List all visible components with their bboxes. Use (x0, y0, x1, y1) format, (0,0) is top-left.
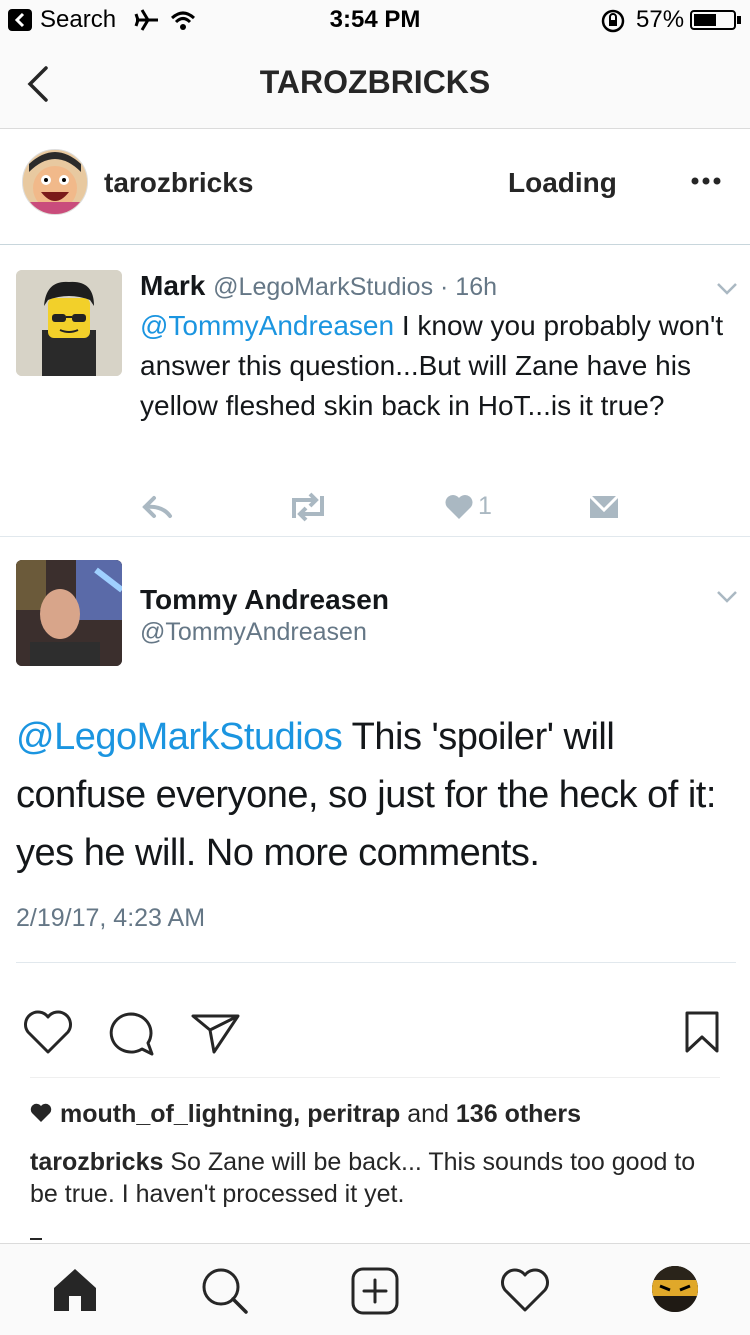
tweet-1: Mark @LegoMarkStudios · 16h @TommyAndrea… (0, 246, 750, 536)
nav-bar: TAROZBRICKS (0, 40, 750, 129)
tweet-2-mention-link[interactable]: @LegoMarkStudios (16, 716, 343, 758)
tweet-1-handle-time[interactable]: @LegoMarkStudios · 16h (213, 273, 497, 301)
caption-username[interactable]: tarozbricks (30, 1148, 163, 1176)
likes-others[interactable]: 136 others (456, 1100, 581, 1128)
status-bar: Search 3:54 PM 57% (0, 0, 750, 40)
more-options-icon[interactable] (690, 173, 722, 191)
bookmark-icon[interactable] (684, 1010, 720, 1059)
tweet-1-like-count: 1 (478, 492, 492, 520)
tweet-1-mention-link[interactable]: @TommyAndreasen (140, 310, 394, 341)
tweet-2-author-name[interactable]: Tommy Andreasen (140, 584, 389, 616)
tweet-1-author-name[interactable]: Mark (140, 270, 205, 301)
post-image: Mark @LegoMarkStudios · 16h @TommyAndrea… (0, 236, 750, 966)
battery-icon (690, 10, 736, 30)
liker-2[interactable]: peritrap (307, 1100, 400, 1128)
like-heart-icon[interactable] (22, 1010, 74, 1061)
liker-1[interactable]: mouth_of_lightning (60, 1100, 293, 1128)
battery-fill (694, 14, 716, 26)
reply-icon[interactable] (142, 494, 174, 520)
post-caption: tarozbricks So Zane will be back... This… (30, 1146, 720, 1210)
rotation-lock-icon (600, 8, 626, 39)
action-divider (30, 1077, 720, 1078)
post-username[interactable]: tarozbricks (104, 167, 253, 199)
tweet-2-timestamp: 2/19/17, 4:23 AM (16, 904, 206, 932)
page-title: TAROZBRICKS (259, 64, 491, 100)
likes-line: mouth_of_lightning, peritrap and 136 oth… (30, 1098, 730, 1131)
tweet-2-handle[interactable]: @TommyAndreasen (140, 618, 367, 647)
tweet-1-chevron-down-icon[interactable] (716, 282, 738, 301)
tweet-1-avatar (16, 270, 122, 376)
likes-and: and (400, 1100, 456, 1128)
tweet-1-header: Mark @LegoMarkStudios · 16h (140, 270, 497, 302)
tweet-2-body: @LegoMarkStudios This 'spoiler' will con… (16, 708, 736, 882)
likes-separator: , (293, 1100, 308, 1128)
share-send-icon[interactable] (190, 1010, 242, 1061)
battery-percent: 57% (636, 6, 685, 33)
new-post-icon[interactable] (350, 1266, 400, 1321)
tweet-like-icon[interactable] (444, 494, 474, 520)
activity-heart-icon[interactable] (500, 1268, 550, 1319)
post-header: tarozbricks Loading (0, 129, 750, 237)
tweet-divider (0, 536, 750, 537)
comment-icon[interactable] (106, 1010, 156, 1063)
search-icon[interactable] (200, 1266, 250, 1321)
tweet-2: Tommy Andreasen @TommyAndreasen @LegoMar… (0, 538, 750, 966)
profile-avatar-icon[interactable] (652, 1266, 698, 1312)
caption-cursor-mark (30, 1238, 42, 1240)
home-icon[interactable] (50, 1266, 100, 1319)
tweet-1-body: @TommyAndreasen I know you probably won'… (140, 306, 740, 426)
follow-status[interactable]: Loading (508, 167, 617, 199)
retweet-icon[interactable] (288, 492, 328, 522)
image-bottom-divider (16, 962, 736, 963)
battery-tip (737, 16, 741, 24)
tab-bar (0, 1243, 750, 1335)
avatar[interactable] (22, 149, 88, 215)
tweet-2-avatar (16, 560, 122, 666)
tweet-2-chevron-down-icon[interactable] (716, 590, 738, 609)
direct-message-icon[interactable] (588, 494, 620, 520)
image-top-divider (0, 244, 750, 245)
likes-heart-icon (30, 1099, 52, 1131)
